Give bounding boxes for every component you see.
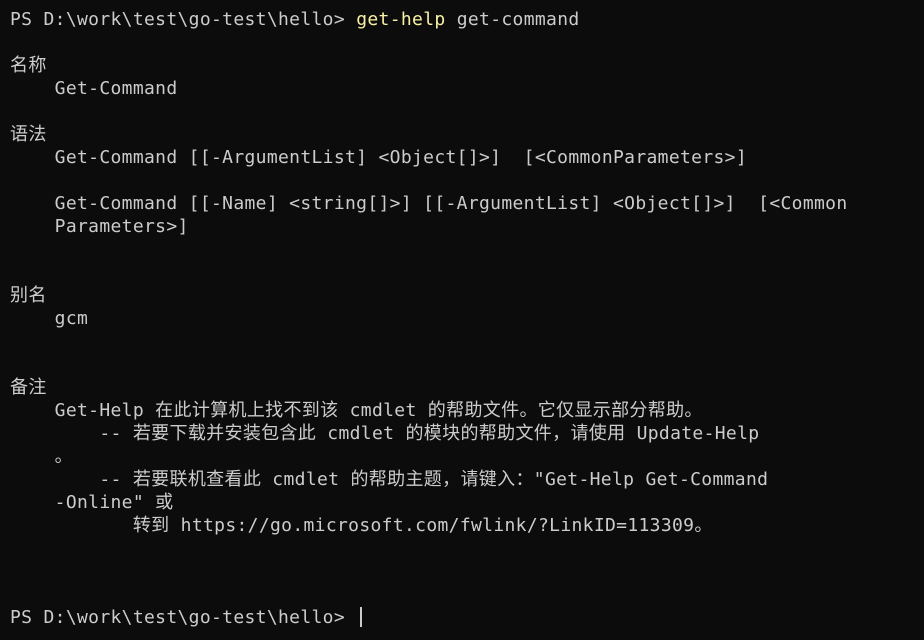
syntax-line-2a: Get-Command [[-Name] <string[]>] [[-Argu… <box>10 193 848 214</box>
alias-value: gcm <box>10 308 89 329</box>
command-line: PS D:\work\test\go-test\hello> get-help … <box>10 8 924 31</box>
remarks-line-1: Get-Help 在此计算机上找不到该 cmdlet 的帮助文件。它仅显示部分帮… <box>10 400 703 421</box>
name-value: Get-Command <box>10 78 178 99</box>
text-cursor <box>360 607 363 627</box>
syntax-line-2b: Parameters>] <box>10 216 189 237</box>
section-heading-remarks: 备注 <box>10 377 47 398</box>
terminal-window[interactable]: PS D:\work\test\go-test\hello> get-help … <box>0 0 924 640</box>
syntax-line-1: Get-Command [[-ArgumentList] <Object[]>]… <box>10 147 748 168</box>
command-args: get-command <box>445 9 580 30</box>
remarks-line-3: 。 <box>10 446 73 467</box>
prompt: PS D:\work\test\go-test\hello> <box>10 9 357 30</box>
section-heading-alias: 别名 <box>10 285 47 306</box>
remarks-line-4: -- 若要联机查看此 cmdlet 的帮助主题，请键入："Get-Help Ge… <box>10 469 769 490</box>
section-heading-name: 名称 <box>10 55 47 76</box>
command-name: get-help <box>356 9 446 30</box>
remarks-line-5: -Online" 或 <box>10 492 174 513</box>
section-heading-syntax: 语法 <box>10 124 47 145</box>
remarks-line-2: -- 若要下载并安装包含此 cmdlet 的模块的帮助文件，请使用 Update… <box>10 423 760 444</box>
input-line[interactable]: PS D:\work\test\go-test\hello> <box>10 606 924 629</box>
remarks-line-6: 转到 https://go.microsoft.com/fwlink/?Link… <box>10 515 713 536</box>
final-prompt: PS D:\work\test\go-test\hello> <box>10 607 357 628</box>
